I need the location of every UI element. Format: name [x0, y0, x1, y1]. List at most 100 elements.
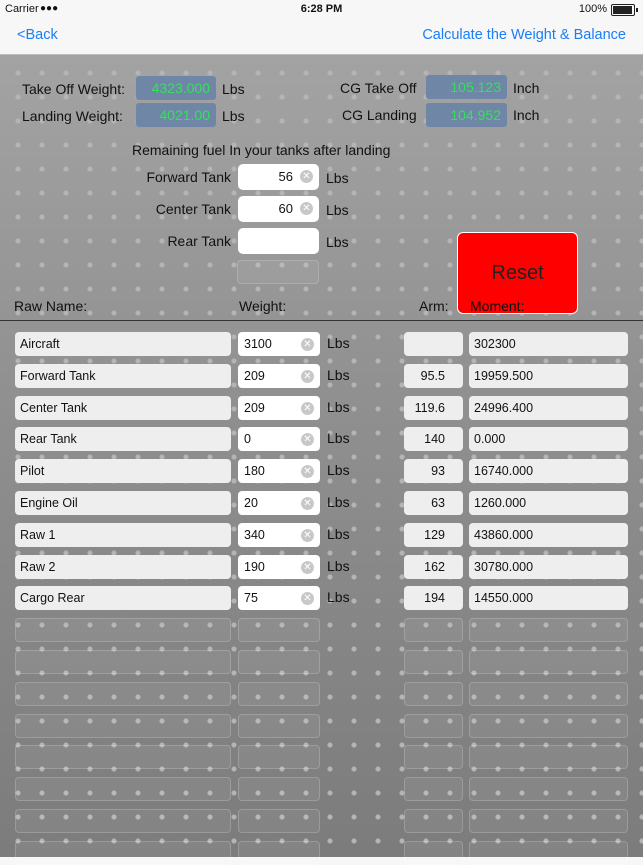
- empty-row-cell[interactable]: [15, 650, 231, 674]
- clear-icon[interactable]: ✕: [301, 497, 314, 510]
- fuel-heading: Remaining fuel In your tanks after landi…: [132, 142, 391, 158]
- empty-row-cell[interactable]: [238, 682, 320, 706]
- row-name-field[interactable]: Forward Tank: [15, 364, 231, 388]
- clear-icon[interactable]: ✕: [301, 402, 314, 415]
- row-name-field[interactable]: Engine Oil: [15, 491, 231, 515]
- row-weight-input[interactable]: 3100 ✕: [238, 332, 320, 356]
- empty-row-cell[interactable]: [404, 618, 463, 642]
- row-name-field[interactable]: Rear Tank: [15, 427, 231, 451]
- empty-row-cell[interactable]: [238, 618, 320, 642]
- clear-icon[interactable]: ✕: [301, 338, 314, 351]
- clear-icon[interactable]: ✕: [300, 170, 313, 183]
- forward-tank-value: 56: [278, 169, 293, 184]
- row-arm-field: 95.5: [404, 364, 463, 388]
- row-moment-field: 302300: [469, 332, 628, 356]
- empty-row-cell[interactable]: [238, 650, 320, 674]
- empty-row-cell[interactable]: [404, 714, 463, 738]
- row-moment-field: 1260.000: [469, 491, 628, 515]
- row-name-field[interactable]: Aircraft: [15, 332, 231, 356]
- empty-row-cell[interactable]: [238, 841, 320, 865]
- calculate-button[interactable]: Calculate the Weight & Balance: [422, 27, 626, 43]
- clear-icon[interactable]: ✕: [301, 433, 314, 446]
- empty-row-cell[interactable]: [469, 841, 628, 865]
- empty-row-cell[interactable]: [238, 714, 320, 738]
- empty-row-cell[interactable]: [15, 714, 231, 738]
- row-weight-input[interactable]: 0 ✕: [238, 427, 320, 451]
- landing-weight-field: 4021.00: [136, 103, 216, 127]
- row-weight-unit: Lbs: [327, 367, 350, 383]
- takeoff-weight-label: Take Off Weight:: [22, 81, 125, 97]
- cg-takeoff-unit: Inch: [513, 80, 540, 96]
- empty-row-cell[interactable]: [469, 682, 628, 706]
- row-weight-value: 3100: [244, 337, 272, 351]
- empty-row-cell[interactable]: [238, 809, 320, 833]
- row-weight-unit: Lbs: [327, 335, 350, 351]
- empty-row-cell[interactable]: [469, 650, 628, 674]
- empty-row-cell[interactable]: [404, 682, 463, 706]
- row-weight-input[interactable]: 180 ✕: [238, 459, 320, 483]
- row-arm-field: [404, 332, 463, 356]
- cg-takeoff-label: CG Take Off: [340, 80, 417, 96]
- empty-row-cell[interactable]: [15, 745, 231, 769]
- empty-row-cell[interactable]: [404, 777, 463, 801]
- row-weight-value: 180: [244, 464, 265, 478]
- row-name-field[interactable]: Cargo Rear: [15, 586, 231, 610]
- clear-icon[interactable]: ✕: [301, 529, 314, 542]
- navigation-bar: <Back Calculate the Weight & Balance: [0, 20, 643, 55]
- row-weight-input[interactable]: 20 ✕: [238, 491, 320, 515]
- battery-percent: 100%: [578, 3, 607, 15]
- back-button[interactable]: <Back: [17, 27, 58, 43]
- empty-row-cell[interactable]: [404, 841, 463, 865]
- empty-row-cell[interactable]: [15, 682, 231, 706]
- header-moment: Moment:: [470, 298, 525, 314]
- row-arm-field: 129: [404, 523, 463, 547]
- clock: 6:28 PM: [300, 3, 343, 15]
- row-weight-unit: Lbs: [327, 399, 350, 415]
- status-bar: Carrier ●●● 6:28 PM 100%: [0, 0, 643, 20]
- empty-row-cell[interactable]: [238, 745, 320, 769]
- empty-row-cell[interactable]: [15, 809, 231, 833]
- row-weight-value: 190: [244, 560, 265, 574]
- clear-icon[interactable]: ✕: [301, 592, 314, 605]
- clear-icon[interactable]: ✕: [301, 370, 314, 383]
- empty-row-cell[interactable]: [469, 777, 628, 801]
- row-name-field[interactable]: Raw 1: [15, 523, 231, 547]
- empty-fuel-field: [237, 260, 319, 284]
- empty-row-cell[interactable]: [469, 809, 628, 833]
- empty-row-cell[interactable]: [404, 745, 463, 769]
- takeoff-weight-unit: Lbs: [222, 81, 245, 97]
- row-name-field[interactable]: Center Tank: [15, 396, 231, 420]
- empty-row-cell[interactable]: [404, 809, 463, 833]
- empty-row-cell[interactable]: [404, 650, 463, 674]
- empty-row-cell[interactable]: [469, 714, 628, 738]
- row-weight-unit: Lbs: [327, 430, 350, 446]
- empty-row-cell[interactable]: [15, 841, 231, 865]
- empty-row-cell[interactable]: [238, 777, 320, 801]
- row-arm-field: 119.6: [404, 396, 463, 420]
- row-weight-input[interactable]: 209 ✕: [238, 396, 320, 420]
- row-name-field[interactable]: Pilot: [15, 459, 231, 483]
- forward-tank-input[interactable]: 56 ✕: [238, 164, 319, 190]
- row-weight-input[interactable]: 340 ✕: [238, 523, 320, 547]
- empty-row-cell[interactable]: [15, 618, 231, 642]
- row-weight-input[interactable]: 190 ✕: [238, 555, 320, 579]
- clear-icon[interactable]: ✕: [300, 202, 313, 215]
- row-moment-field: 0.000: [469, 427, 628, 451]
- empty-row-cell[interactable]: [15, 777, 231, 801]
- landing-weight-unit: Lbs: [222, 108, 245, 124]
- row-weight-input[interactable]: 209 ✕: [238, 364, 320, 388]
- row-weight-value: 209: [244, 401, 265, 415]
- forward-tank-unit: Lbs: [326, 170, 349, 186]
- row-weight-value: 20: [244, 496, 258, 510]
- rear-tank-input[interactable]: [238, 228, 319, 254]
- empty-row-cell[interactable]: [469, 745, 628, 769]
- center-tank-input[interactable]: 60 ✕: [238, 196, 319, 222]
- clear-icon[interactable]: ✕: [301, 561, 314, 574]
- center-tank-value: 60: [278, 201, 293, 216]
- row-weight-unit: Lbs: [327, 462, 350, 478]
- row-name-field[interactable]: Raw 2: [15, 555, 231, 579]
- clear-icon[interactable]: ✕: [301, 465, 314, 478]
- row-weight-input[interactable]: 75 ✕: [238, 586, 320, 610]
- empty-row-cell[interactable]: [469, 618, 628, 642]
- row-arm-field: 194: [404, 586, 463, 610]
